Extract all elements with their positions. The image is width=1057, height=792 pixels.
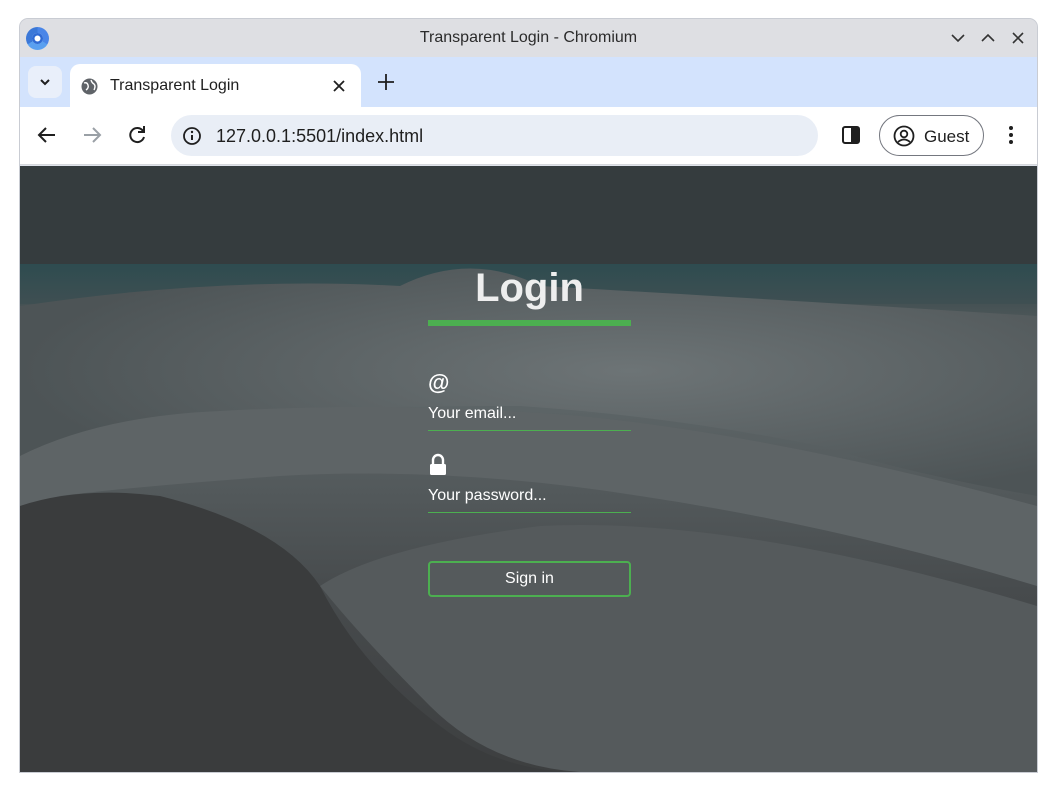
- more-menu-icon[interactable]: [1000, 124, 1022, 146]
- reload-icon[interactable]: [126, 124, 148, 146]
- address-bar[interactable]: 127.0.0.1:5501/index.html: [171, 115, 818, 156]
- tab-strip: Transparent Login: [20, 57, 1037, 107]
- url-text: 127.0.0.1:5501/index.html: [216, 126, 424, 146]
- sign-in-button[interactable]: Sign in: [428, 561, 631, 597]
- globe-icon: [81, 78, 98, 95]
- minimize-icon[interactable]: [948, 28, 968, 48]
- side-panel-icon[interactable]: [840, 124, 862, 146]
- login-heading: Login: [475, 266, 584, 310]
- password-field-group: [428, 453, 631, 513]
- email-input[interactable]: [428, 398, 631, 431]
- at-sign-icon: @: [428, 370, 450, 395]
- email-field-group: @: [428, 371, 631, 431]
- lock-icon: [428, 453, 448, 477]
- back-arrow-icon[interactable]: [36, 124, 58, 146]
- login-form: Login @ Sign in: [428, 261, 631, 597]
- close-window-icon[interactable]: [1008, 28, 1028, 48]
- chevron-down-icon: [40, 79, 50, 86]
- window-title: Transparent Login - Chromium: [419, 29, 638, 46]
- password-input[interactable]: [428, 480, 631, 513]
- title-bar: Transparent Login - Chromium: [20, 19, 1037, 57]
- tab-active[interactable]: Transparent Login: [70, 64, 361, 107]
- heading-underline: [428, 320, 631, 326]
- tab-search-button[interactable]: [28, 66, 62, 98]
- page-viewport: Login @ Sign in: [20, 166, 1037, 772]
- close-tab-icon[interactable]: [330, 77, 348, 95]
- new-tab-icon[interactable]: [375, 71, 397, 93]
- account-circle-icon: [893, 125, 915, 147]
- forward-arrow-icon[interactable]: [81, 124, 103, 146]
- toolbar: 127.0.0.1:5501/index.html Guest: [20, 107, 1037, 165]
- maximize-icon[interactable]: [978, 28, 998, 48]
- profile-label: Guest: [924, 127, 970, 146]
- tab-title: Transparent Login: [110, 77, 240, 94]
- browser-window: Transparent Login - Chromium Transparent…: [20, 19, 1037, 772]
- site-info-icon[interactable]: [182, 126, 202, 146]
- profile-button[interactable]: Guest: [879, 115, 984, 156]
